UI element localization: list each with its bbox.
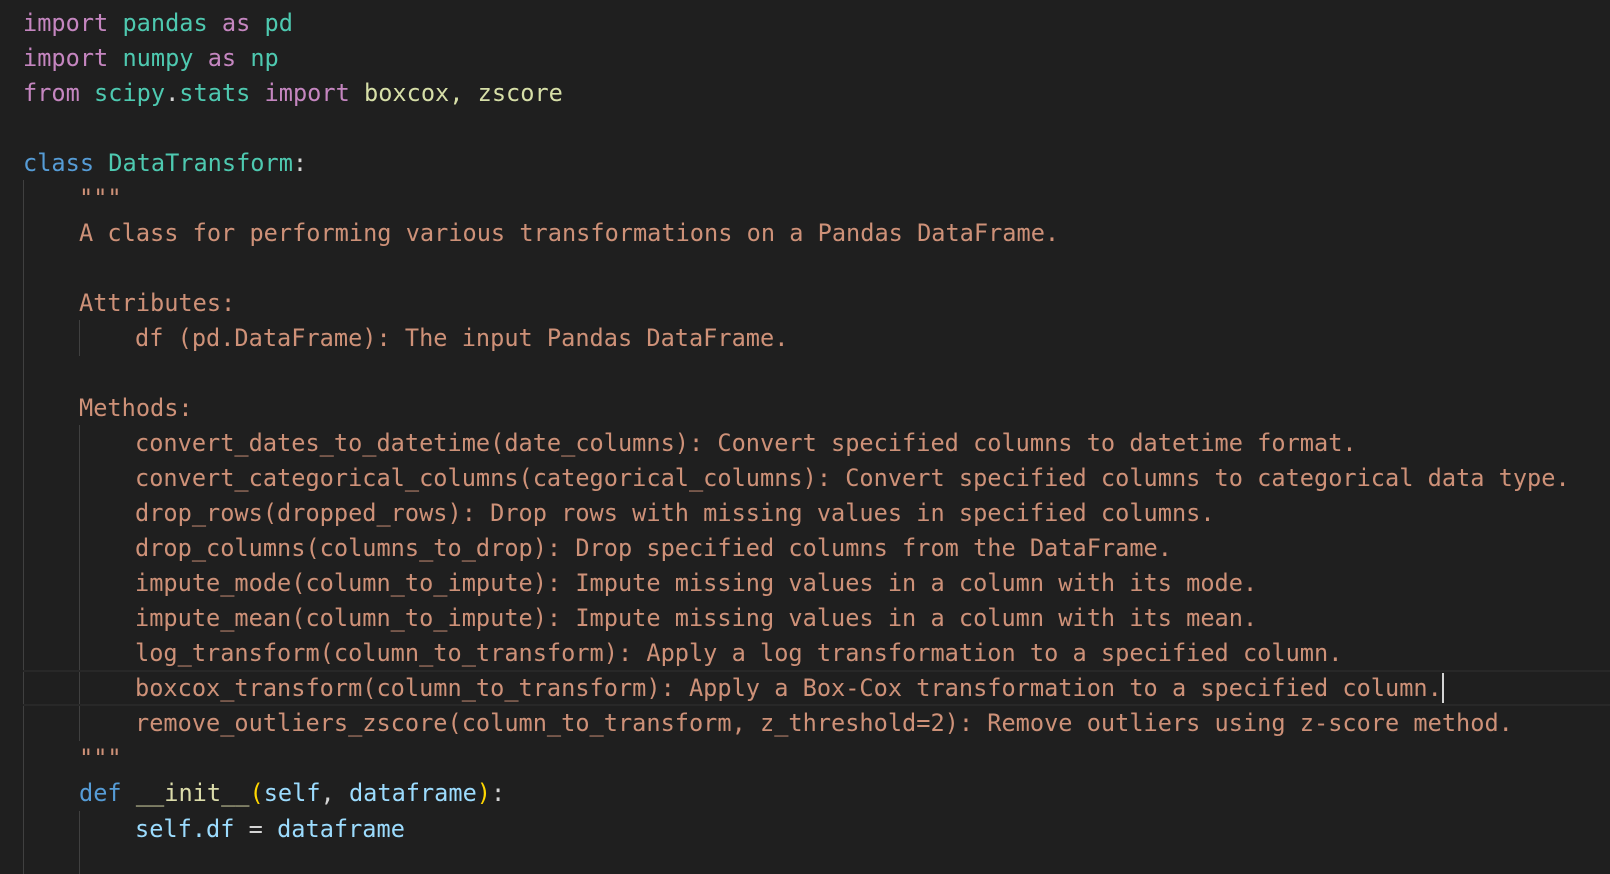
module-name: numpy bbox=[122, 44, 194, 72]
code-line-import-pandas[interactable]: import pandas as pd bbox=[23, 5, 293, 41]
keyword-as: as bbox=[207, 44, 237, 72]
keyword-from: from bbox=[23, 79, 80, 107]
docstring-method-line[interactable]: convert_dates_to_datetime(date_columns):… bbox=[135, 425, 1357, 461]
code-line-self-df-assign[interactable]: self.df = dataframe bbox=[135, 811, 405, 847]
code-line-from-scipy[interactable]: from scipy.stats import boxcox, zscore bbox=[23, 75, 563, 111]
module-name: pandas bbox=[122, 9, 208, 37]
function-name: __init__ bbox=[135, 779, 250, 807]
dot: . bbox=[165, 79, 180, 107]
keyword-import: import bbox=[23, 44, 109, 72]
submodule-name: stats bbox=[179, 79, 251, 107]
docstring-method-line[interactable]: impute_mean(column_to_impute): Impute mi… bbox=[135, 600, 1257, 636]
docstring-method-line[interactable]: drop_columns(columns_to_drop): Drop spec… bbox=[135, 530, 1172, 566]
docstring-close[interactable]: """ bbox=[79, 740, 122, 776]
code-line-class-def[interactable]: class DataTransform: bbox=[23, 145, 307, 181]
comma: , bbox=[320, 779, 349, 807]
indent-guide-class-body bbox=[23, 180, 24, 874]
assigned-value: dataframe bbox=[277, 815, 405, 843]
param-dataframe: dataframe bbox=[348, 779, 477, 807]
indent-guide-attributes bbox=[79, 320, 80, 356]
open-paren: ( bbox=[249, 779, 264, 807]
keyword-class: class bbox=[23, 149, 95, 177]
attribute-df: .df bbox=[191, 815, 235, 843]
docstring-method-line[interactable]: log_transform(column_to_transform): Appl… bbox=[135, 635, 1342, 671]
code-line-init-def[interactable]: def __init__(self, dataframe): bbox=[79, 775, 505, 811]
self-ref: self bbox=[135, 815, 192, 843]
module-name: scipy bbox=[94, 79, 166, 107]
docstring-attribute-line[interactable]: df (pd.DataFrame): The input Pandas Data… bbox=[135, 320, 788, 356]
docstring-method-line[interactable]: impute_mode(column_to_impute): Impute mi… bbox=[135, 565, 1257, 601]
docstring-attributes-header[interactable]: Attributes: bbox=[79, 285, 235, 321]
keyword-import: import bbox=[264, 79, 350, 107]
method-description: boxcox_transform(column_to_transform): A… bbox=[135, 674, 1442, 702]
close-paren: ) bbox=[476, 779, 492, 807]
imported-names: boxcox, zscore bbox=[364, 79, 563, 107]
module-alias: np bbox=[250, 44, 279, 72]
module-alias: pd bbox=[264, 9, 293, 37]
param-self: self bbox=[263, 779, 321, 807]
docstring-method-line[interactable]: convert_categorical_columns(categorical_… bbox=[135, 460, 1570, 496]
docstring-method-line[interactable]: drop_rows(dropped_rows): Drop rows with … bbox=[135, 495, 1215, 531]
colon: : bbox=[491, 779, 506, 807]
docstring-method-line[interactable]: remove_outliers_zscore(column_to_transfo… bbox=[135, 705, 1513, 741]
indent-guide-init-body bbox=[79, 811, 80, 874]
code-line-import-numpy[interactable]: import numpy as np bbox=[23, 40, 279, 76]
docstring-methods-header[interactable]: Methods: bbox=[79, 390, 193, 426]
docstring-method-line-current[interactable]: boxcox_transform(column_to_transform): A… bbox=[135, 670, 1444, 706]
keyword-import: import bbox=[23, 9, 109, 37]
docstring-open[interactable]: """ bbox=[79, 180, 122, 216]
class-name: DataTransform bbox=[108, 149, 293, 177]
keyword-def: def bbox=[79, 779, 122, 807]
code-editor[interactable]: import pandas as pd import numpy as np f… bbox=[0, 0, 1610, 874]
text-cursor bbox=[1441, 673, 1444, 703]
keyword-as: as bbox=[221, 9, 251, 37]
colon: : bbox=[292, 149, 308, 177]
assign-operator: = bbox=[234, 815, 278, 843]
docstring-summary[interactable]: A class for performing various transform… bbox=[79, 215, 1059, 251]
